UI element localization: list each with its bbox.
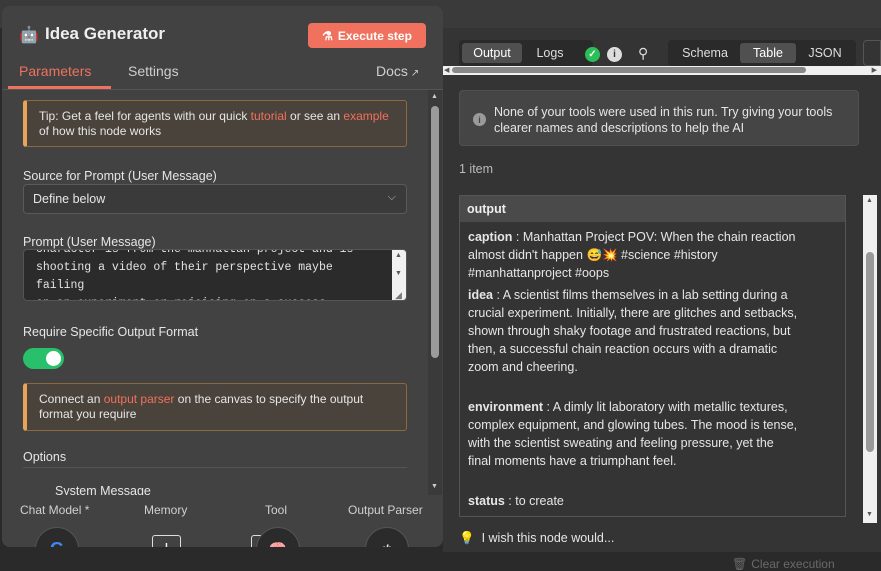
search-icon[interactable]: ⚲: [638, 45, 648, 62]
output-tabbar: Output Logs: [459, 40, 593, 66]
memory-label: Memory: [144, 503, 188, 517]
execute-step-button[interactable]: ⚗ Execute step: [308, 23, 426, 48]
scroll-thumb[interactable]: [431, 106, 439, 358]
params-scrollbar[interactable]: ▲ ▼: [428, 90, 442, 495]
tool-label: Tool: [265, 503, 288, 517]
output-row-caption: caption : Manhattan Project POV: When th…: [468, 230, 796, 280]
brain-icon: 🧠: [269, 540, 288, 547]
plus-icon: +: [161, 538, 173, 547]
output-vertical-scrollbar[interactable]: ▲ ▼: [863, 195, 877, 523]
add-memory-button[interactable]: +: [152, 535, 181, 547]
scroll-down-arrow-icon[interactable]: ▼: [866, 511, 873, 518]
robot-icon: 🤖: [19, 27, 39, 44]
view-switcher: Schema Table JSON: [668, 40, 856, 66]
node-parameters-panel: 🤖 Idea Generator ⚗ Execute step Paramete…: [2, 6, 443, 547]
output-row-idea: idea : A scientist films themselves in a…: [468, 288, 798, 374]
info-icon[interactable]: i: [607, 47, 622, 62]
external-link-icon: ↗: [410, 68, 420, 79]
scroll-up-arrow-icon[interactable]: ▲: [431, 93, 438, 100]
tab-parameters[interactable]: Parameters: [19, 63, 91, 79]
lightbulb-icon: 💡: [459, 531, 475, 545]
tab-settings[interactable]: Settings: [128, 63, 179, 79]
flask-icon: ⚗: [322, 28, 333, 43]
output-parser-link[interactable]: output parser: [104, 392, 175, 406]
output-parser-label: Output Parser: [348, 503, 423, 517]
parameters-body: Tip: Get a feel for agents with our quic…: [2, 90, 428, 495]
tools-notice: i None of your tools were used in this r…: [459, 90, 859, 146]
options-divider: [23, 467, 407, 468]
chat-model-label: Chat Model *: [20, 503, 90, 517]
scroll-thumb[interactable]: [866, 252, 874, 452]
info-circle-icon: i: [473, 113, 486, 126]
google-logo-icon: G: [50, 539, 64, 548]
scroll-down-arrow-icon[interactable]: ▼: [395, 270, 402, 277]
output-row-status: status : to create: [468, 494, 564, 508]
require-format-label: Require Specific Output Format: [23, 325, 199, 339]
scroll-left-arrow-icon[interactable]: ◀: [444, 66, 449, 74]
prompt-label: Prompt (User Message): [23, 235, 156, 249]
chat-model-button[interactable]: G: [35, 527, 79, 547]
view-table[interactable]: Table: [740, 43, 796, 63]
scroll-up-arrow-icon[interactable]: ▲: [866, 197, 873, 204]
panel-header: 🤖 Idea Generator ⚗ Execute step Paramete…: [2, 6, 443, 94]
source-select[interactable]: Define below ⌵: [23, 184, 407, 214]
resize-grip-icon[interactable]: ◢: [395, 290, 402, 300]
require-format-toggle[interactable]: [23, 348, 64, 369]
trash-icon: 🗑: [732, 557, 748, 571]
success-check-icon: ✓: [585, 47, 600, 62]
system-message-option[interactable]: System Message: [55, 484, 151, 495]
scroll-right-arrow-icon[interactable]: ▶: [872, 66, 877, 74]
tab-output[interactable]: Output: [462, 43, 522, 63]
tip-callout: Tip: Get a feel for agents with our quic…: [23, 100, 407, 147]
horizontal-scrollbar[interactable]: ◀ ▶: [443, 66, 881, 75]
clear-execution-button[interactable]: 🗑 Clear execution: [728, 557, 835, 571]
prompt-scrollbar[interactable]: ▲ ▼ ◢: [392, 250, 406, 300]
tab-logs[interactable]: Logs: [525, 43, 575, 63]
output-parser-callout: Connect an output parser on the canvas t…: [23, 383, 407, 431]
code-icon: </>: [378, 542, 397, 548]
scroll-thumb[interactable]: [452, 67, 806, 73]
output-column-header: output: [460, 196, 845, 222]
docs-link[interactable]: Docs ↗: [376, 63, 419, 79]
view-schema[interactable]: Schema: [671, 43, 739, 63]
item-count: 1 item: [459, 162, 494, 176]
tutorial-link[interactable]: tutorial: [251, 109, 287, 123]
feedback-prompt[interactable]: 💡 I wish this node would...: [459, 531, 614, 546]
source-label: Source for Prompt (User Message): [23, 169, 217, 183]
options-label: Options: [23, 450, 67, 464]
view-json[interactable]: JSON: [798, 43, 852, 63]
output-panel: Output Logs ✓ i ⚲ Schema Table JSON ◀ ▶ …: [443, 28, 881, 552]
output-parser-button[interactable]: </>: [365, 527, 409, 547]
node-title[interactable]: Idea Generator: [45, 24, 165, 44]
scroll-up-arrow-icon[interactable]: ▲: [395, 252, 402, 259]
output-row-environment: environment : A dimly lit laboratory wit…: [468, 400, 798, 468]
scroll-down-arrow-icon[interactable]: ▼: [431, 483, 438, 490]
prompt-textarea[interactable]: character is from the manhattan project …: [23, 249, 407, 301]
pin-data-button[interactable]: [863, 40, 881, 66]
output-table: output caption : Manhattan Project POV: …: [459, 195, 846, 517]
connections-footer: Chat Model * Memory Tool Output Parser G…: [2, 495, 443, 547]
example-link[interactable]: example: [343, 109, 388, 123]
toggle-knob: [46, 351, 61, 366]
chevron-down-icon: ⌵: [387, 191, 396, 203]
tool-node-button[interactable]: 🧠: [256, 527, 300, 547]
prompt-text: character is from the manhattan project …: [36, 249, 354, 300]
